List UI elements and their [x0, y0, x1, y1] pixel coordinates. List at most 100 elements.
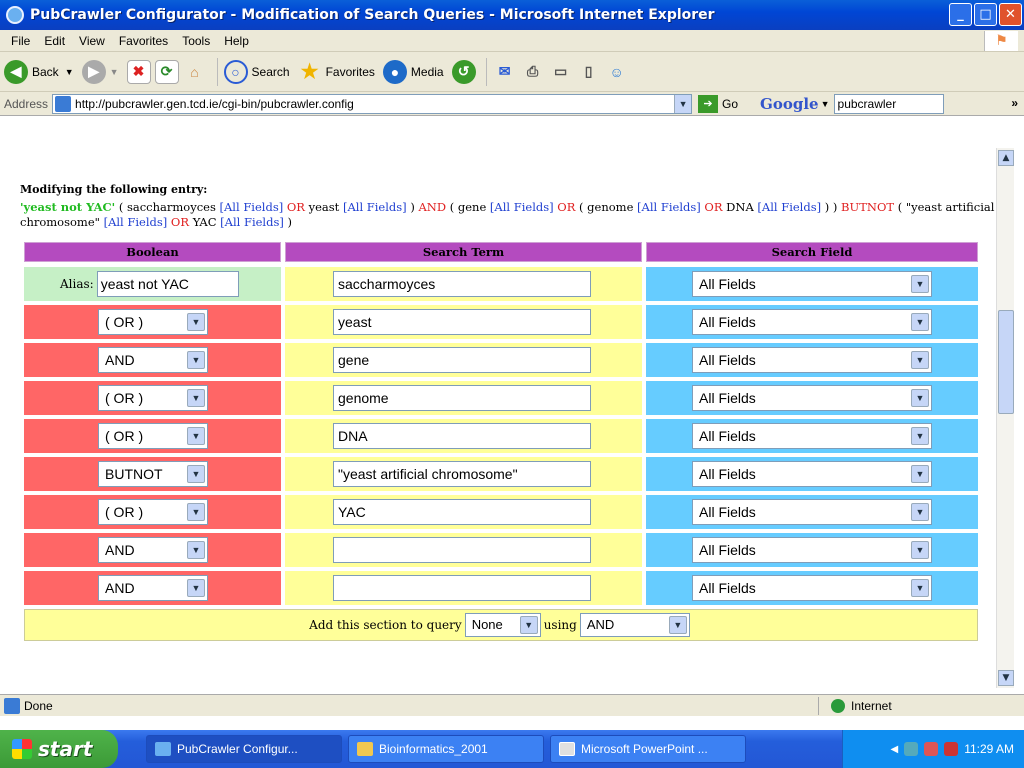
ie-icon	[155, 742, 171, 756]
search-term-input[interactable]: "yeast artificial chromosome"	[333, 461, 591, 487]
query-segment-op: AND	[418, 200, 447, 214]
search-field-select[interactable]: All Fields ▼	[692, 461, 932, 487]
history-icon[interactable]: ↺	[451, 59, 476, 84]
messenger-icon[interactable]: ☺	[604, 59, 629, 84]
menu-edit[interactable]: Edit	[44, 34, 65, 48]
search-field-select[interactable]: All Fields ▼	[692, 271, 932, 297]
task-bioinformatics[interactable]: Bioinformatics_2001	[348, 735, 544, 763]
close-button[interactable]: ✕	[999, 3, 1022, 26]
search-field-select[interactable]: All Fields ▼	[692, 385, 932, 411]
chevron-down-icon: ▼	[911, 465, 929, 483]
boolean-select[interactable]: AND ▼	[98, 575, 208, 601]
address-bar: Address http://pubcrawler.gen.tcd.ie/cgi…	[0, 92, 1024, 116]
forward-button[interactable]: ▶ ▼	[81, 59, 119, 84]
chevron-down-icon: ▼	[187, 351, 205, 369]
menu-bar: File Edit View Favorites Tools Help ⚑	[0, 30, 1024, 52]
refresh-icon[interactable]: ⟳	[154, 59, 179, 84]
boolean-select[interactable]: AND ▼	[98, 347, 208, 373]
scroll-thumb[interactable]	[998, 310, 1014, 414]
boolean-select[interactable]: ( OR ) ▼	[98, 423, 208, 449]
favorites-button[interactable]: ★ Favorites	[297, 59, 375, 84]
mail-icon[interactable]: ✉	[492, 59, 517, 84]
title-bar: PubCrawler Configurator - Modification o…	[0, 0, 1024, 30]
boolean-select[interactable]: ( OR ) ▼	[98, 309, 208, 335]
search-field-select[interactable]: All Fields ▼	[692, 575, 932, 601]
alias-input[interactable]: yeast not YAC	[96, 271, 239, 297]
query-segment-alias: 'yeast not YAC'	[20, 200, 116, 214]
chevron-down-icon: ▼	[911, 313, 929, 331]
maximize-button[interactable]: □	[974, 3, 997, 26]
edit-icon[interactable]: ▭	[548, 59, 573, 84]
menu-file[interactable]: File	[11, 34, 30, 48]
toolbar-overflow-icon[interactable]: »	[1011, 96, 1018, 110]
chevron-down-icon: ▼	[911, 541, 929, 559]
stop-icon[interactable]: ✖	[126, 59, 151, 84]
menu-help[interactable]: Help	[224, 34, 249, 48]
search-term-input[interactable]: genome	[333, 385, 591, 411]
media-button[interactable]: ● Media	[382, 59, 444, 84]
boolean-select[interactable]: AND ▼	[98, 537, 208, 563]
menu-favorites[interactable]: Favorites	[119, 34, 168, 48]
query-segment-term: )	[283, 215, 293, 229]
address-input[interactable]: http://pubcrawler.gen.tcd.ie/cgi-bin/pub…	[52, 93, 693, 114]
boolean-select[interactable]: BUTNOT ▼	[98, 461, 208, 487]
tray-expand-icon[interactable]: ◀	[890, 744, 898, 755]
google-search-input[interactable]: pubcrawler	[833, 93, 944, 114]
query-segment-field: [All Fields]	[220, 215, 284, 229]
menu-tools[interactable]: Tools	[182, 34, 210, 48]
network-alert-icon[interactable]	[924, 742, 939, 756]
chevron-down-icon: ▼	[187, 503, 205, 521]
menu-view[interactable]: View	[79, 34, 105, 48]
table-row: AND ▼ All Fields ▼	[24, 571, 982, 605]
search-button[interactable]: ○ Search	[223, 59, 290, 84]
search-term-input[interactable]: DNA	[333, 423, 591, 449]
chevron-down-icon: ▼	[911, 389, 929, 407]
search-field-select[interactable]: All Fields ▼	[692, 499, 932, 525]
home-icon[interactable]: ⌂	[182, 59, 207, 84]
search-term-input[interactable]	[333, 537, 591, 563]
boolean-select[interactable]: ( OR ) ▼	[98, 385, 208, 411]
start-button[interactable]: start	[0, 730, 118, 768]
back-button[interactable]: ◀ Back ▼	[4, 59, 74, 84]
query-segment-term: yeast	[308, 200, 343, 214]
query-segment-term: ) )	[821, 200, 838, 214]
using-label: using	[543, 618, 577, 632]
search-field-select[interactable]: All Fields ▼	[692, 423, 932, 449]
search-term-input[interactable]: saccharmoyces	[333, 271, 591, 297]
minimize-button[interactable]: _	[949, 3, 972, 26]
scroll-up-icon[interactable]: ▲	[998, 150, 1014, 166]
toolbar: ◀ Back ▼ ▶ ▼ ✖ ⟳ ⌂ ○ Search ★ Favorites ● …	[0, 52, 1024, 92]
search-term-input[interactable]: yeast	[333, 309, 591, 335]
search-field-select[interactable]: All Fields ▼	[692, 537, 932, 563]
network-icon[interactable]	[904, 742, 919, 756]
operator-select[interactable]: AND ▼	[579, 613, 690, 637]
query-segment-op: OR	[167, 215, 193, 229]
discuss-icon[interactable]: ▯	[576, 59, 601, 84]
col-boolean: Boolean	[24, 242, 281, 262]
task-pubcrawler[interactable]: PubCrawler Configur...	[146, 735, 342, 763]
add-section-label: Add this section to query	[309, 618, 462, 632]
section-select[interactable]: None ▼	[464, 613, 541, 637]
search-field-select[interactable]: All Fields ▼	[692, 347, 932, 373]
alias-cell: Alias: yeast not YAC	[24, 267, 281, 301]
col-search-field: Search Field	[646, 242, 978, 262]
chevron-down-icon: ▼	[187, 579, 205, 597]
chevron-down-icon: ▼	[911, 579, 929, 597]
search-term-input[interactable]: YAC	[333, 499, 591, 525]
search-term-input[interactable]: gene	[333, 347, 591, 373]
vertical-scrollbar[interactable]: ▲ ▼	[996, 148, 1014, 688]
print-icon[interactable]: ⎙	[520, 59, 545, 84]
address-dropdown-icon[interactable]: ▼	[674, 94, 692, 113]
scroll-down-icon[interactable]: ▼	[998, 670, 1014, 686]
alias-label: Alias:	[60, 277, 94, 291]
google-logo[interactable]: Google	[760, 95, 819, 113]
go-arrow-icon[interactable]: ➔	[698, 94, 719, 113]
search-field-select[interactable]: All Fields ▼	[692, 309, 932, 335]
query-segment-op: OR	[700, 200, 727, 214]
search-term-input[interactable]	[333, 575, 591, 601]
boolean-select[interactable]: ( OR ) ▼	[98, 499, 208, 525]
go-button[interactable]: Go	[722, 97, 738, 111]
task-powerpoint[interactable]: Microsoft PowerPoint ...	[550, 735, 746, 763]
shield-icon[interactable]	[944, 742, 959, 756]
query-segment-term: YAC	[192, 215, 221, 229]
